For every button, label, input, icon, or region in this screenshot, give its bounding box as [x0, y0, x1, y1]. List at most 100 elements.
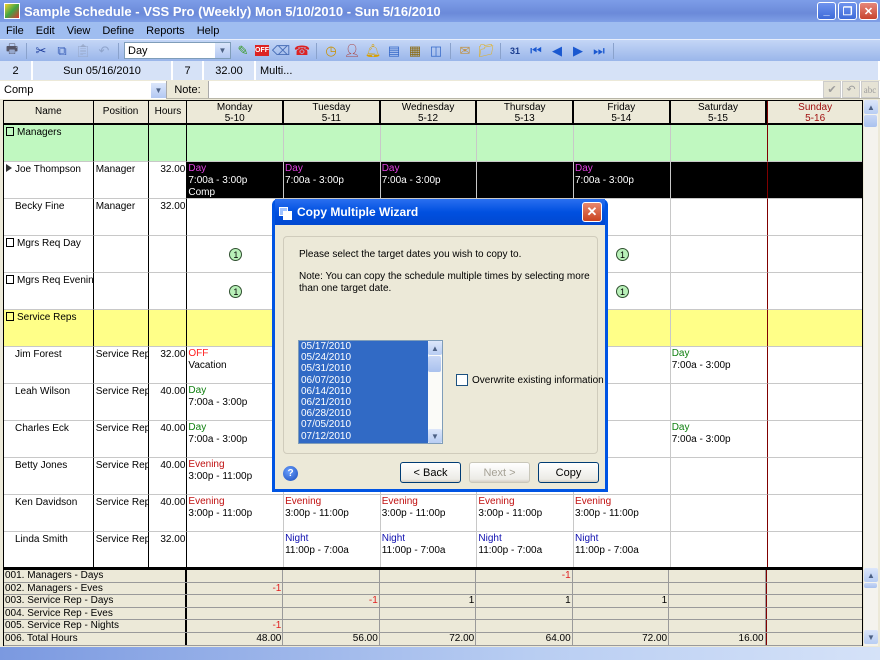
scroll-up-icon[interactable]: ▲: [864, 100, 878, 114]
row-name[interactable]: Jim Forest: [4, 347, 94, 384]
shift-cell[interactable]: Evening 3:00p - 11:00p: [477, 495, 575, 532]
shift-cell[interactable]: Day 7:00a - 3:00p: [187, 421, 285, 458]
shift-cell[interactable]: [574, 125, 671, 162]
overwrite-checkbox[interactable]: [456, 374, 468, 386]
undo-icon[interactable]: ↶: [95, 42, 113, 60]
shift-cell[interactable]: Evening 3:00p - 11:00p: [284, 495, 381, 532]
comp-select[interactable]: Comp ▼: [0, 81, 166, 99]
shift-cell[interactable]: [767, 532, 862, 567]
shift-cell[interactable]: Day 7:00a - 3:00p Comp: [187, 162, 285, 199]
shift-cell[interactable]: Night 11:00p - 7:00a: [381, 532, 478, 567]
shift-cell[interactable]: [670, 162, 768, 199]
row-name[interactable]: Betty Jones: [4, 458, 94, 495]
scroll-thumb[interactable]: [864, 583, 877, 588]
shift-cell[interactable]: [670, 310, 768, 347]
check-icon[interactable]: ✔: [823, 81, 841, 98]
shift-cell[interactable]: [284, 125, 381, 162]
chevron-down-icon[interactable]: ▼: [215, 43, 230, 58]
shift-cell[interactable]: Day 7:00a - 3:00p: [380, 162, 478, 199]
grid-scrollbar[interactable]: ▲: [864, 100, 878, 568]
last-icon[interactable]: ⏭: [590, 42, 608, 60]
pencil-icon[interactable]: ✎: [234, 42, 252, 60]
shift-cell[interactable]: [767, 236, 862, 273]
overwrite-option[interactable]: Overwrite existing information: [456, 374, 604, 386]
scroll-thumb[interactable]: [428, 356, 441, 372]
target-date-item[interactable]: 06/14/2010: [299, 386, 442, 397]
row-name[interactable]: Service Reps: [4, 310, 94, 347]
target-date-item[interactable]: 07/05/2010: [299, 419, 442, 430]
table-row[interactable]: Ken Davidson Service Rep 40.00 Evening 3:00p…: [4, 495, 862, 532]
target-date-item[interactable]: 05/24/2010: [299, 352, 442, 363]
next-icon[interactable]: ▶: [569, 42, 587, 60]
header-day[interactable]: Wednesday 5-12: [380, 101, 478, 125]
target-date-item[interactable]: 06/21/2010: [299, 397, 442, 408]
shift-cell[interactable]: Day 7:00a - 3:00p: [670, 421, 768, 458]
row-name[interactable]: Charles Eck: [4, 421, 94, 458]
shift-cell[interactable]: [671, 532, 768, 567]
shift-cell[interactable]: [477, 125, 574, 162]
shift-cell[interactable]: [670, 199, 768, 236]
shift-cell[interactable]: [187, 310, 285, 347]
requirement-count-badge[interactable]: 1: [616, 285, 629, 298]
header-position[interactable]: Position: [93, 101, 149, 125]
staff-icon[interactable]: 👤︎: [343, 42, 361, 60]
cut-icon[interactable]: ✂: [32, 42, 50, 60]
shift-select[interactable]: Day ▼: [124, 42, 231, 59]
note-input[interactable]: [209, 81, 823, 98]
envelope-icon[interactable]: ✉: [456, 42, 474, 60]
shift-cell[interactable]: 1: [187, 273, 285, 310]
shift-cell[interactable]: Day 7:00a - 3:00p: [187, 384, 285, 421]
header-day[interactable]: Monday 5-10: [187, 101, 285, 125]
shift-cell[interactable]: [767, 310, 862, 347]
menu-reports[interactable]: Reports: [140, 25, 191, 37]
scroll-thumb[interactable]: [864, 115, 877, 127]
row-name[interactable]: Managers: [4, 125, 94, 162]
back-button[interactable]: < Back: [400, 462, 461, 483]
shift-cell[interactable]: Evening 3:00p - 11:00p: [574, 495, 671, 532]
copy-icon[interactable]: ⧉: [53, 42, 71, 60]
shift-cell[interactable]: [187, 199, 285, 236]
prev-icon[interactable]: ◀: [548, 42, 566, 60]
shift-cell[interactable]: Night 11:00p - 7:00a: [284, 532, 381, 567]
row-name[interactable]: Becky Fine: [4, 199, 94, 236]
shift-cell[interactable]: [767, 495, 862, 532]
target-dates-list[interactable]: 05/17/2010 05/24/2010 05/31/2010 06/07/2010…: [298, 340, 443, 444]
shift-cell[interactable]: Day 7:00a - 3:00p: [574, 162, 671, 199]
row-name[interactable]: Mgrs Req Evening: [4, 273, 94, 310]
requirement-count-badge[interactable]: 1: [229, 248, 243, 261]
header-day[interactable]: Sunday 5-16: [767, 101, 862, 125]
shift-cell[interactable]: [767, 347, 862, 384]
requirement-count-badge[interactable]: 1: [229, 285, 243, 298]
copy-button[interactable]: Copy: [538, 462, 599, 483]
header-day[interactable]: Saturday 5-15: [670, 101, 768, 125]
dialog-close-button[interactable]: ✕: [582, 202, 602, 222]
table-row[interactable]: Joe Thompson Manager 32.00 Day 7:00a - 3:00p…: [4, 162, 862, 199]
summary-scrollbar[interactable]: ▲ ▼: [864, 568, 878, 646]
card-icon[interactable]: ▤: [385, 42, 403, 60]
shift-cell[interactable]: [477, 162, 574, 199]
menu-help[interactable]: Help: [191, 25, 226, 37]
undo-note-icon[interactable]: ↶: [842, 81, 860, 98]
row-name[interactable]: Joe Thompson: [4, 162, 94, 199]
requirement-count-badge[interactable]: 1: [616, 248, 629, 261]
scroll-down-icon[interactable]: ▼: [864, 630, 878, 644]
shift-cell[interactable]: Evening 3:00p - 11:00p: [187, 495, 285, 532]
shift-cell[interactable]: [767, 273, 862, 310]
target-date-item[interactable]: 06/07/2010: [299, 375, 442, 386]
scroll-down-icon[interactable]: ▼: [428, 429, 442, 443]
header-day[interactable]: Tuesday 5-11: [284, 101, 381, 125]
shift-cell[interactable]: [670, 495, 768, 532]
close-button[interactable]: ✕: [859, 2, 878, 20]
shift-cell[interactable]: Evening 3:00p - 11:00p: [187, 458, 285, 495]
folder-icon[interactable]: 📁︎: [477, 42, 495, 60]
minimize-button[interactable]: _: [817, 2, 836, 20]
row-name[interactable]: Mgrs Req Day: [4, 236, 94, 273]
row-name[interactable]: Leah Wilson: [4, 384, 94, 421]
target-date-item[interactable]: 06/28/2010: [299, 408, 442, 419]
group-row[interactable]: Managers: [4, 125, 862, 162]
header-day[interactable]: Friday 5-14: [574, 101, 671, 125]
shift-cell[interactable]: [670, 273, 768, 310]
shift-cell[interactable]: OFF Vacation: [187, 347, 285, 384]
shift-cell[interactable]: [670, 236, 768, 273]
header-name[interactable]: Name: [4, 101, 94, 125]
